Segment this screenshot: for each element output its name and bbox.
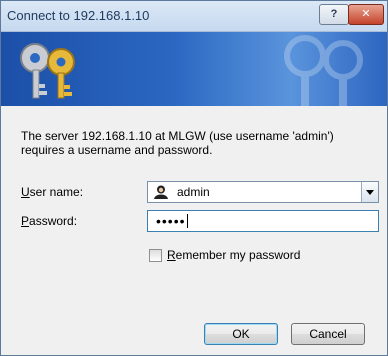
- server-prompt: The server 192.168.1.10 at MLGW (use use…: [21, 129, 371, 157]
- dialog-body: The server 192.168.1.10 at MLGW (use use…: [1, 107, 387, 355]
- username-value: admin: [177, 185, 210, 199]
- keys-watermark-icon: [284, 35, 363, 106]
- chevron-down-icon: [366, 190, 374, 195]
- password-label-text: assword:: [29, 214, 78, 228]
- title-bar[interactable]: Connect to 192.168.1.10 ? ✕: [1, 1, 387, 32]
- banner: [1, 32, 387, 106]
- remember-accelerator: R: [167, 248, 176, 262]
- text-caret: [186, 214, 188, 228]
- username-accelerator: U: [21, 185, 30, 199]
- keys-icon: [20, 43, 75, 99]
- cancel-button[interactable]: Cancel: [291, 323, 365, 345]
- password-input[interactable]: •••••: [147, 210, 379, 232]
- remember-label-text: emember my password: [175, 248, 301, 262]
- password-label: Password:: [21, 214, 77, 228]
- username-dropdown-button[interactable]: [361, 182, 378, 202]
- password-mask: •••••: [156, 213, 188, 229]
- window-title: Connect to 192.168.1.10: [7, 8, 150, 23]
- prompt-line-2: requires a username and password.: [21, 143, 213, 157]
- username-label: User name:: [21, 185, 83, 199]
- user-icon: [154, 185, 168, 199]
- prompt-line-1: The server 192.168.1.10 at MLGW (use use…: [21, 129, 334, 143]
- login-dialog: Connect to 192.168.1.10 ? ✕ The server 1…: [0, 0, 388, 356]
- username-label-text: ser name:: [29, 185, 84, 199]
- password-dots: •••••: [156, 213, 186, 229]
- username-combobox[interactable]: admin: [147, 181, 379, 203]
- remember-password-checkbox[interactable]: [149, 249, 162, 262]
- password-accelerator: P: [21, 214, 30, 228]
- ok-button[interactable]: OK: [204, 323, 278, 345]
- remember-password-label[interactable]: Remember my password: [167, 248, 300, 262]
- help-button[interactable]: ?: [319, 4, 349, 25]
- close-button[interactable]: ✕: [348, 4, 384, 25]
